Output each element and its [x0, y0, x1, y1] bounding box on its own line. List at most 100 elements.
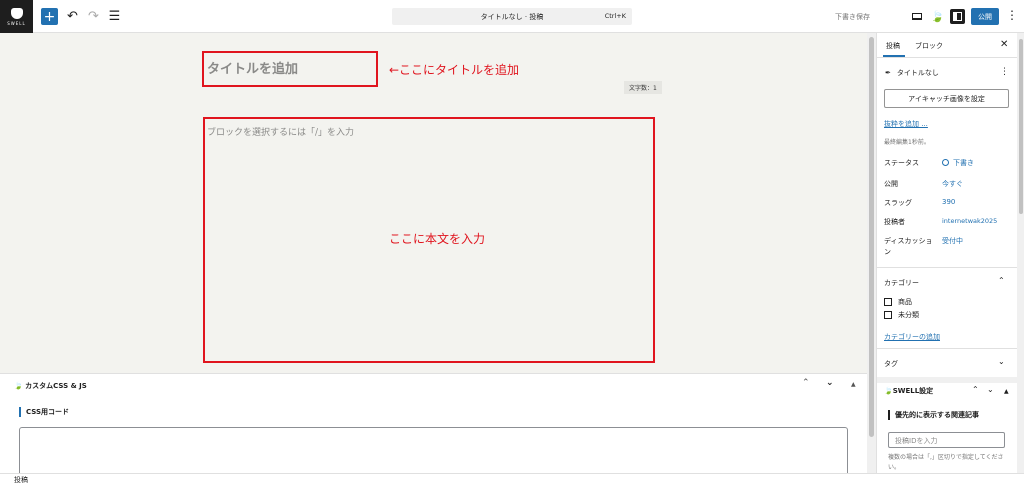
caret-up-icon: ▲ [1004, 388, 1009, 395]
author-label: 投稿者 [884, 218, 905, 226]
caret-up-icon: ▲ [851, 381, 856, 388]
category-item[interactable]: 未分類 [884, 310, 919, 320]
chevron-up-icon: ⌃ [998, 276, 1005, 285]
breadcrumb[interactable]: 投稿 [14, 475, 28, 485]
category-label: 商品 [898, 298, 912, 306]
category-panel-toggle[interactable]: ⌃ [998, 276, 1005, 285]
tag-panel-toggle[interactable]: ⌄ [998, 357, 1005, 366]
word-count-badge: 文字数：1 [624, 81, 662, 94]
more-vertical-icon: ⋮ [1006, 8, 1018, 22]
swell-settings-title[interactable]: 🍃SWELL設定 [884, 386, 933, 396]
undo-icon: ↶ [67, 9, 78, 24]
checkbox[interactable] [884, 311, 892, 319]
sidebar-scroll-thumb[interactable] [1019, 39, 1023, 214]
tab-block[interactable]: ブロック [915, 41, 943, 51]
close-sidebar-button[interactable]: ✕ [1000, 39, 1008, 50]
undo-button[interactable]: ↶ [64, 8, 81, 25]
editor-canvas: タイトルを追加 ←ここにタイトルを追加 文字数：1 ブロックを選択するには「/」… [0, 33, 867, 373]
active-tab-indicator [883, 55, 905, 57]
divider [877, 267, 1017, 268]
sidebar-tabs: 投稿 ブロック ✕ [877, 33, 1017, 58]
redo-button[interactable]: ↷ [85, 8, 102, 25]
title-annotation-text: ←ここにタイトルを追加 [389, 63, 520, 77]
move-up-button[interactable]: ⌃ [802, 378, 810, 388]
document-title: タイトルなし · 投稿 [480, 13, 544, 21]
swell-settings-button[interactable]: 🍃 [930, 9, 945, 24]
redo-icon: ↷ [88, 9, 99, 24]
category-item[interactable]: 商品 [884, 297, 912, 307]
metabox-title[interactable]: 🍃 カスタムCSS & JS [14, 381, 87, 391]
title-annotation-box [202, 51, 378, 87]
scroll-thumb[interactable] [869, 37, 874, 437]
chevron-down-icon: ⌄ [998, 357, 1005, 366]
author-value[interactable]: internetwak2025 [942, 217, 997, 225]
sidebar-scrollbar[interactable] [1017, 33, 1024, 473]
discussion-value[interactable]: 受付中 [942, 236, 963, 246]
list-view-button[interactable]: ☰ [106, 8, 123, 25]
last-edited-text: 最終編集1秒前。 [884, 139, 930, 146]
category-label: 未分類 [898, 311, 919, 319]
more-vertical-icon: ⋮ [1000, 67, 1009, 77]
slug-label: スラッグ [884, 199, 912, 207]
move-down-button[interactable]: ⌄ [987, 385, 994, 394]
swell-settings-title-text: SWELL設定 [892, 387, 934, 395]
category-panel-title[interactable]: カテゴリー [884, 278, 919, 288]
preview-button[interactable] [909, 9, 924, 24]
move-down-button[interactable]: ⌄ [826, 378, 834, 388]
swell-leaf-icon: 🍃 [884, 387, 893, 395]
swell-leaf-icon: 🍃 [14, 382, 26, 390]
publish-value[interactable]: 今すぐ [942, 179, 963, 189]
save-draft-button[interactable]: 下書き保存 [835, 12, 870, 22]
panel-separator [877, 377, 1017, 383]
body-annotation-text: ここに本文を入力 [389, 232, 486, 246]
editor-scrollbar[interactable] [867, 33, 876, 473]
desktop-icon [911, 13, 922, 20]
tab-post[interactable]: 投稿 [886, 41, 900, 51]
collapse-toggle-button[interactable]: ▲ [851, 381, 856, 388]
settings-toggle-button[interactable] [950, 9, 965, 24]
draft-status-icon [942, 159, 949, 166]
add-category-link[interactable]: カテゴリーの追加 [884, 332, 940, 342]
related-posts-label: 優先的に表示する関連記事 [888, 410, 979, 420]
plus-icon: + [43, 8, 56, 25]
css-code-label: CSS用コード [19, 407, 69, 417]
site-logo[interactable]: SWELL [0, 0, 33, 33]
sidebar-icon [953, 12, 962, 21]
add-excerpt-link[interactable]: 抜粋を追加 ... [884, 119, 928, 129]
publish-button[interactable]: 公開 [971, 8, 999, 25]
divider [877, 348, 1017, 349]
set-featured-image-button[interactable]: アイキャッチ画像を設定 [884, 89, 1009, 108]
options-button[interactable]: ⋮ [1006, 8, 1018, 22]
move-up-button[interactable]: ⌃ [972, 385, 979, 394]
close-icon: ✕ [1000, 39, 1009, 50]
checkbox[interactable] [884, 298, 892, 306]
metabox-title-text: カスタムCSS & JS [25, 382, 87, 390]
custom-css-js-metabox: 🍃 カスタムCSS & JS ⌃ ⌄ ▲ CSS用コード [0, 373, 867, 477]
chevron-down-icon: ⌄ [987, 385, 994, 394]
pen-icon: ✒ [885, 69, 891, 77]
chevron-up-icon: ⌃ [802, 378, 810, 388]
post-title-label: タイトルなし [896, 69, 939, 77]
add-block-button[interactable]: + [41, 8, 58, 25]
post-summary-title: ✒ タイトルなし [885, 68, 939, 78]
settings-sidebar: 投稿 ブロック ✕ ✒ タイトルなし ⋮ アイキャッチ画像を設定 抜粋を追加 ..… [876, 33, 1024, 473]
tag-panel-title[interactable]: タグ [884, 359, 898, 369]
related-post-id-input[interactable]: 投稿IDを入力 [888, 432, 1005, 448]
swell-leaf-icon: 🍃 [930, 10, 945, 23]
list-view-icon: ☰ [108, 9, 121, 24]
discussion-label: ディスカッション [884, 237, 933, 256]
chevron-down-icon: ⌄ [826, 378, 834, 388]
block-appender[interactable]: ブロックを選択するには「/」を入力 [207, 125, 354, 138]
logo-text: SWELL [7, 20, 26, 26]
command-palette-button[interactable]: タイトルなし · 投稿 Ctrl+K [392, 8, 632, 25]
chevron-up-icon: ⌃ [972, 385, 979, 394]
status-value[interactable]: 下書き [942, 158, 974, 168]
collapse-toggle-button[interactable]: ▲ [1004, 388, 1009, 395]
post-actions-button[interactable]: ⋮ [1000, 67, 1009, 77]
related-help-text: 複数の場合は「,」区切りで指定してください。 [888, 454, 1004, 471]
breadcrumb-bar: 投稿 [0, 473, 1024, 486]
publish-label: 公開 [884, 180, 898, 188]
swell-logo-icon [10, 7, 23, 19]
slug-value[interactable]: 390 [942, 198, 955, 206]
css-code-textarea[interactable] [19, 427, 848, 477]
